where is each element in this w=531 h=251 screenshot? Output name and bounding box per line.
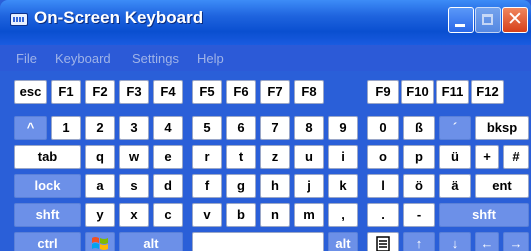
maximize-button[interactable] (475, 7, 501, 33)
keyboard-area: esc F1 F2 F3 F4 F5 F6 F7 F8 F9 F10 F11 F… (0, 71, 531, 251)
key-arrow-right[interactable]: → (503, 232, 529, 251)
key-f9[interactable]: F9 (367, 80, 399, 104)
window-title: On-Screen Keyboard (34, 8, 204, 27)
key-enter[interactable]: ent (475, 174, 529, 198)
close-button[interactable]: ✕ (502, 7, 528, 33)
key-i[interactable]: i (328, 145, 358, 169)
key-h[interactable]: h (260, 174, 290, 198)
key-f4[interactable]: F4 (153, 80, 183, 104)
key-caret[interactable]: ^ (14, 116, 47, 140)
key-plus[interactable]: + (475, 145, 499, 169)
key-9[interactable]: 9 (328, 116, 358, 140)
key-3[interactable]: 3 (119, 116, 149, 140)
key-context-menu[interactable] (367, 232, 399, 251)
key-f1[interactable]: F1 (51, 80, 81, 104)
key-windows[interactable] (85, 232, 115, 251)
key-k[interactable]: k (328, 174, 358, 198)
key-esc[interactable]: esc (14, 80, 47, 104)
key-f7[interactable]: F7 (260, 80, 290, 104)
key-backspace[interactable]: bksp (475, 116, 529, 140)
key-e[interactable]: e (153, 145, 183, 169)
key-s[interactable]: s (119, 174, 149, 198)
key-a[interactable]: a (85, 174, 115, 198)
key-u-umlaut[interactable]: ü (439, 145, 471, 169)
on-screen-keyboard-window: On-Screen Keyboard ✕ File Keyboard Setti… (0, 0, 531, 251)
key-v[interactable]: v (192, 203, 222, 227)
menu-bar: File Keyboard Settings Help (0, 45, 531, 71)
key-6[interactable]: 6 (226, 116, 256, 140)
key-f[interactable]: f (192, 174, 222, 198)
key-f8[interactable]: F8 (294, 80, 324, 104)
key-acute[interactable]: ´ (439, 116, 471, 140)
key-f2[interactable]: F2 (85, 80, 115, 104)
key-o[interactable]: o (367, 145, 399, 169)
close-icon: ✕ (507, 9, 523, 30)
key-hash[interactable]: # (503, 145, 529, 169)
key-5[interactable]: 5 (192, 116, 222, 140)
menu-file[interactable]: File (16, 51, 37, 66)
key-arrow-left[interactable]: ← (475, 232, 499, 251)
key-alt-right[interactable]: alt (328, 232, 358, 251)
windows-logo-icon (92, 237, 108, 250)
key-tab[interactable]: tab (14, 145, 81, 169)
key-a-umlaut[interactable]: ä (439, 174, 471, 198)
key-caps-lock[interactable]: lock (14, 174, 81, 198)
title-bar[interactable]: On-Screen Keyboard ✕ (0, 0, 531, 45)
key-ctrl[interactable]: ctrl (14, 232, 81, 251)
key-eszett[interactable]: ß (403, 116, 435, 140)
menu-settings[interactable]: Settings (132, 51, 179, 66)
key-space[interactable] (192, 232, 324, 251)
key-f10[interactable]: F10 (401, 80, 434, 104)
key-f11[interactable]: F11 (436, 80, 469, 104)
key-shift-left[interactable]: shft (14, 203, 81, 227)
menu-keyboard[interactable]: Keyboard (55, 51, 111, 66)
key-period[interactable]: . (367, 203, 399, 227)
key-f6[interactable]: F6 (226, 80, 256, 104)
key-r[interactable]: r (192, 145, 222, 169)
key-comma[interactable]: , (328, 203, 358, 227)
key-n[interactable]: n (260, 203, 290, 227)
key-g[interactable]: g (226, 174, 256, 198)
key-f5[interactable]: F5 (192, 80, 222, 104)
minimize-button[interactable] (448, 7, 474, 33)
key-j[interactable]: j (294, 174, 324, 198)
key-w[interactable]: w (119, 145, 149, 169)
key-y[interactable]: y (85, 203, 115, 227)
key-f3[interactable]: F3 (119, 80, 149, 104)
key-alt-left[interactable]: alt (119, 232, 183, 251)
key-b[interactable]: b (226, 203, 256, 227)
key-m[interactable]: m (294, 203, 324, 227)
key-2[interactable]: 2 (85, 116, 115, 140)
key-shift-right[interactable]: shft (439, 203, 529, 227)
key-1[interactable]: 1 (51, 116, 81, 140)
menu-help[interactable]: Help (197, 51, 224, 66)
key-c[interactable]: c (153, 203, 183, 227)
key-8[interactable]: 8 (294, 116, 324, 140)
keyboard-app-icon (10, 13, 28, 26)
key-q[interactable]: q (85, 145, 115, 169)
key-minus[interactable]: - (403, 203, 435, 227)
minimize-icon (455, 24, 465, 27)
menu-icon (376, 236, 390, 251)
key-l[interactable]: l (367, 174, 399, 198)
key-t[interactable]: t (226, 145, 256, 169)
key-4[interactable]: 4 (153, 116, 183, 140)
key-o-umlaut[interactable]: ö (403, 174, 435, 198)
key-0[interactable]: 0 (367, 116, 399, 140)
key-d[interactable]: d (153, 174, 183, 198)
key-p[interactable]: p (403, 145, 435, 169)
key-x[interactable]: x (119, 203, 149, 227)
key-u[interactable]: u (294, 145, 324, 169)
key-z[interactable]: z (260, 145, 290, 169)
maximize-icon (482, 14, 493, 25)
key-arrow-up[interactable]: ↑ (403, 232, 435, 251)
key-f12[interactable]: F12 (471, 80, 504, 104)
key-7[interactable]: 7 (260, 116, 290, 140)
key-arrow-down[interactable]: ↓ (439, 232, 471, 251)
